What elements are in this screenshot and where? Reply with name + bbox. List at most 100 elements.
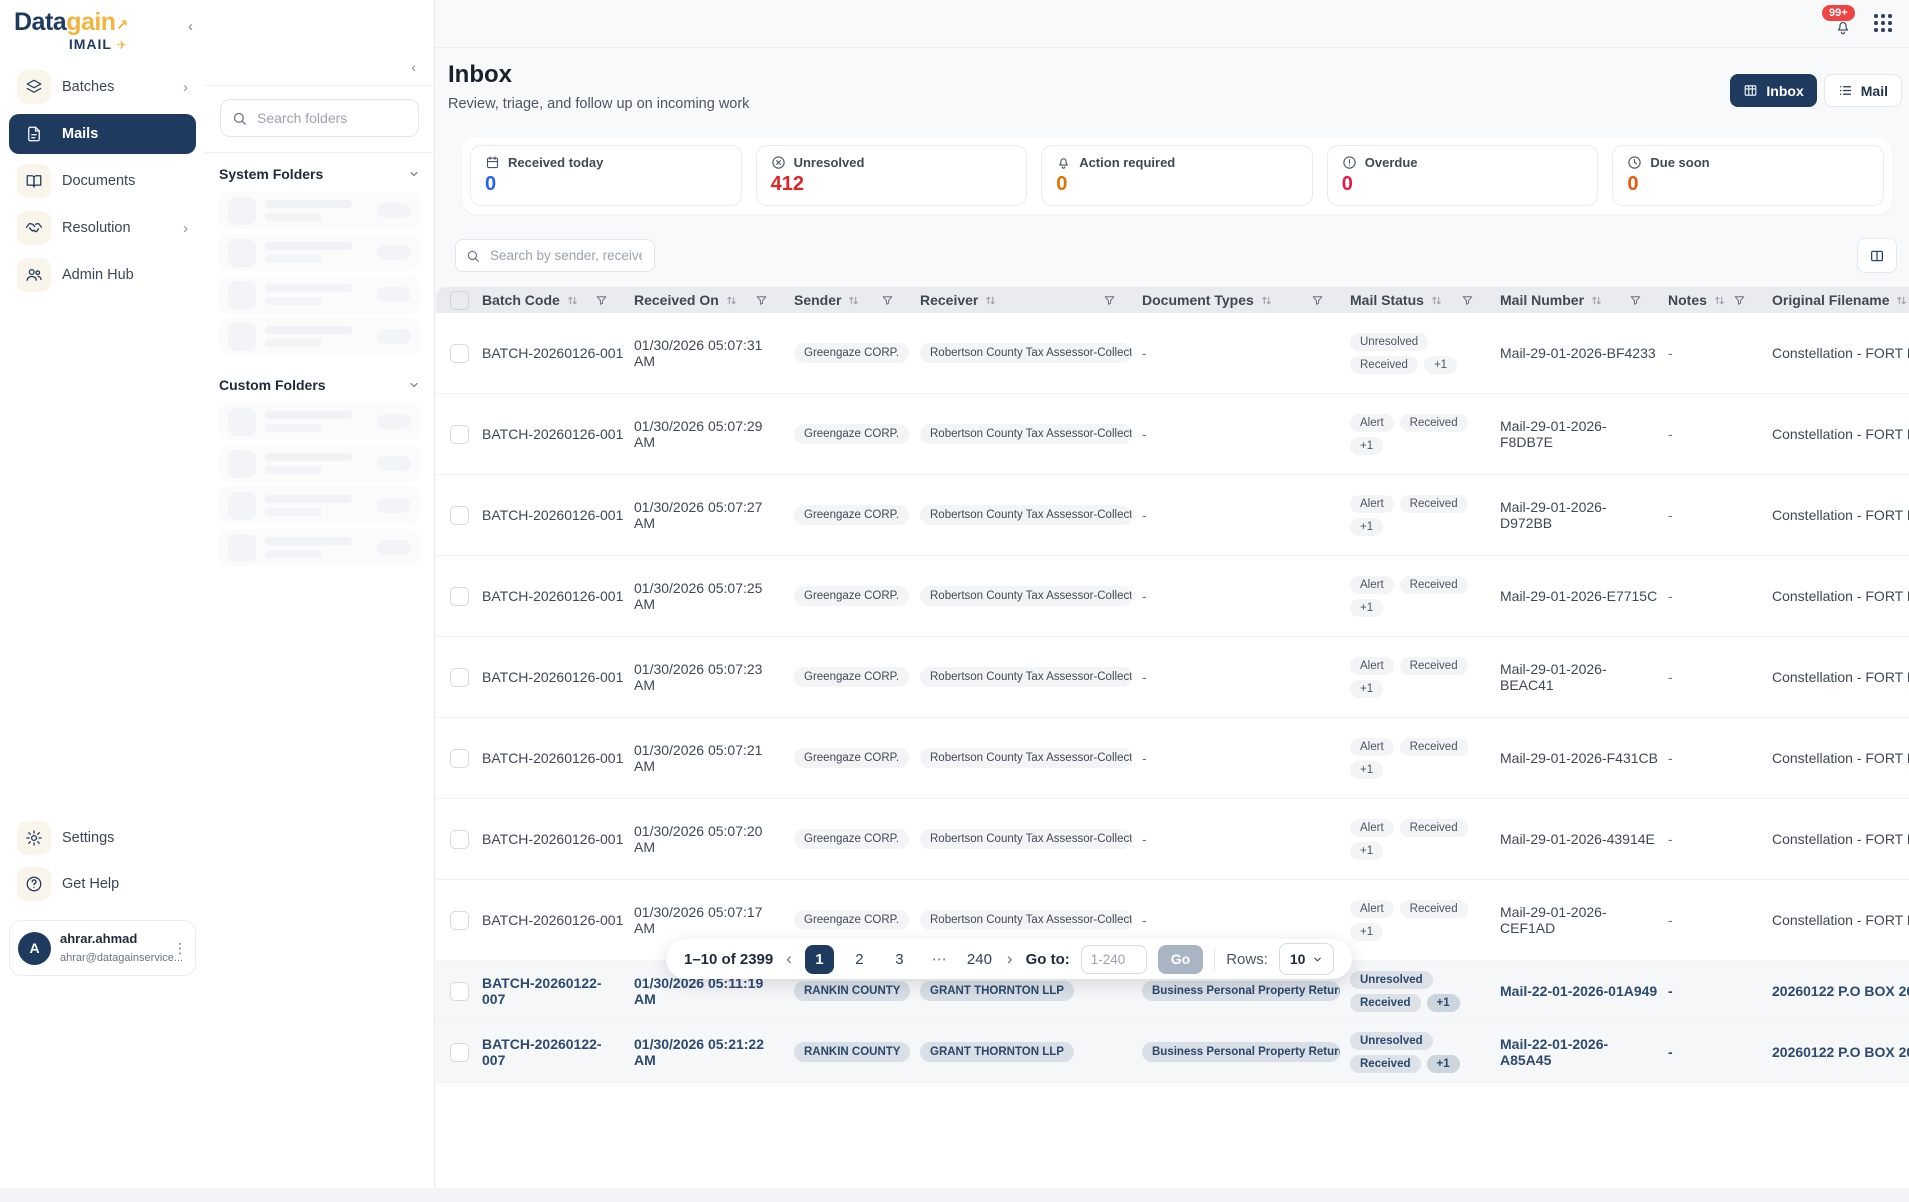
goto-page-input[interactable] (1081, 945, 1147, 974)
chevron-down-icon[interactable] (408, 379, 420, 391)
chevron-left-icon[interactable]: ‹ (784, 949, 794, 969)
sidebar-item-get-help[interactable]: Get Help (9, 864, 196, 904)
notes-cell: - (1668, 669, 1673, 685)
receiver-tag: Robertson County Tax Assessor-Collector (920, 667, 1132, 687)
apps-grid-icon[interactable] (1874, 14, 1893, 33)
sidebar-item-documents[interactable]: Documents (9, 161, 196, 201)
original-filename-cell: Constellation - FORT BEND (1772, 831, 1909, 847)
table-row[interactable]: BATCH-20260126-00101/30/2026 05:07:21 AM… (436, 718, 1909, 799)
document-types-cell: - (1142, 345, 1350, 361)
status-pill: +1 (1350, 842, 1383, 860)
stat-value: 0 (1056, 173, 1298, 196)
sidebar-item-mails[interactable]: Mails (9, 114, 196, 154)
sidebar-collapse-icon[interactable]: ‹ (188, 18, 193, 35)
folders-collapse-icon[interactable]: ‹ (411, 59, 416, 75)
folder-search-input[interactable] (255, 109, 407, 127)
sidebar-item-resolution[interactable]: Resolution › (9, 208, 196, 248)
table-row[interactable]: BATCH-20260126-00101/30/2026 05:07:20 AM… (436, 799, 1909, 880)
document-types-cell: Business Personal Property Return (1142, 1042, 1350, 1062)
receiver-tag: Robertson County Tax Assessor-Collector (920, 505, 1132, 525)
user-card[interactable]: A ahrar.ahmad ahrar@datagainservice... ⋮ (9, 920, 196, 976)
sender-cell: Greengaze CORP. (794, 748, 920, 768)
table-search[interactable] (455, 239, 655, 272)
stats-cards: Received today 0 Unresolved 412 Action r… (462, 137, 1892, 214)
user-name: ahrar.ahmad (60, 931, 137, 946)
column-header-mail-number[interactable]: Mail Number (1500, 292, 1668, 308)
row-checkbox[interactable] (450, 830, 469, 849)
skeleton-folder-item (219, 403, 420, 440)
row-checkbox[interactable] (450, 425, 469, 444)
inbox-view-button[interactable]: Inbox (1730, 74, 1816, 107)
page-button-3[interactable]: 3 (885, 945, 914, 974)
chevron-down-icon[interactable] (408, 168, 420, 180)
sidebar-item-admin-hub[interactable]: Admin Hub (9, 255, 196, 295)
search-icon (466, 249, 480, 263)
sidebar-item-label: Mails (62, 126, 98, 142)
table-row[interactable]: BATCH-20260126-00101/30/2026 05:07:23 AM… (436, 637, 1909, 718)
column-label: Mail Number (1500, 292, 1584, 308)
rows-per-page-select[interactable]: 10 (1279, 943, 1335, 975)
table-header: Batch CodeReceived OnSenderReceiver Docum… (436, 287, 1909, 313)
skeleton-folder-item (219, 318, 420, 355)
status-pill: Alert (1350, 738, 1394, 756)
status-pill: Unresolved (1350, 333, 1428, 351)
mail-view-button[interactable]: Mail (1824, 74, 1902, 107)
grid-view-icon (1743, 83, 1758, 98)
notifications[interactable]: 99+ (1834, 18, 1852, 36)
column-header-receiver[interactable]: Receiver (920, 292, 1142, 308)
row-checkbox[interactable] (450, 668, 469, 687)
skeleton-folder-item (219, 445, 420, 482)
receiver-tag: GRANT THORNTON LLP (920, 1042, 1074, 1062)
column-header-sender[interactable]: Sender (794, 292, 920, 308)
status-pill: Received (1350, 1055, 1421, 1073)
notes-cell: - (1668, 1044, 1673, 1060)
table-row[interactable]: BATCH-20260126-00101/30/2026 05:07:25 AM… (436, 556, 1909, 637)
status-pill: +1 (1350, 680, 1383, 698)
column-header-notes[interactable]: Notes (1668, 292, 1772, 308)
row-checkbox[interactable] (450, 587, 469, 606)
page-button-2[interactable]: 2 (845, 945, 874, 974)
row-checkbox[interactable] (450, 344, 469, 363)
go-button[interactable]: Go (1158, 945, 1203, 974)
table-row[interactable]: BATCH-20260122-00701/30/2026 05:21:22 AM… (436, 1022, 1909, 1083)
column-label: Receiver (920, 292, 978, 308)
stat-label: Due soon (1650, 155, 1709, 170)
row-checkbox[interactable] (450, 506, 469, 525)
notes-cell: - (1668, 345, 1673, 361)
mail-status-cell: AlertReceived+1 (1350, 819, 1500, 860)
table-row[interactable]: BATCH-20260126-00101/30/2026 05:07:31 AM… (436, 313, 1909, 394)
notes-cell: - (1668, 983, 1673, 999)
status-pill: +1 (1350, 761, 1383, 779)
select-all-checkbox[interactable] (450, 291, 469, 310)
sidebar-item-settings[interactable]: Settings (9, 818, 196, 858)
chevron-right-icon[interactable]: › (1005, 949, 1015, 969)
page-button-1[interactable]: 1 (805, 945, 834, 974)
column-header-received-on[interactable]: Received On (634, 292, 794, 308)
table-search-input[interactable] (488, 247, 644, 264)
column-header-original-filename[interactable]: Original Filename (1772, 292, 1909, 308)
page-button-240[interactable]: 240 (965, 945, 994, 974)
column-header-document-types[interactable]: Document Types (1142, 292, 1350, 308)
receiver-cell: GRANT THORNTON LLP (920, 1042, 1142, 1062)
mail-number-cell: Mail-29-01-2026-BF4233 (1500, 345, 1668, 361)
stat-label: Unresolved (794, 155, 865, 170)
column-header-batch-code[interactable]: Batch Code (482, 292, 634, 308)
row-checkbox[interactable] (450, 911, 469, 930)
status-pill: +1 (1427, 994, 1460, 1012)
column-settings-button[interactable] (1857, 238, 1897, 273)
row-checkbox[interactable] (450, 749, 469, 768)
notes-cell: - (1668, 507, 1673, 523)
status-pill: Received (1400, 738, 1468, 756)
mail-status-cell: UnresolvedReceived+1 (1350, 1032, 1500, 1073)
table-row[interactable]: BATCH-20260126-00101/30/2026 05:07:29 AM… (436, 394, 1909, 475)
folder-search[interactable] (220, 99, 419, 137)
table-row[interactable]: BATCH-20260126-00101/30/2026 05:07:27 AM… (436, 475, 1909, 556)
row-checkbox[interactable] (450, 982, 469, 1001)
column-header-mail-status[interactable]: Mail Status (1350, 292, 1500, 308)
app-window: Datagain↗ IMAIL ✈ ‹ Batches › Mails Docu… (0, 0, 1909, 1202)
stat-label: Received today (508, 155, 603, 170)
kebab-menu-icon[interactable]: ⋮ (173, 940, 187, 957)
sidebar-item-batches[interactable]: Batches › (9, 67, 196, 107)
row-checkbox[interactable] (450, 1043, 469, 1062)
received-on-cell: 01/30/2026 05:07:20 AM (634, 823, 794, 855)
